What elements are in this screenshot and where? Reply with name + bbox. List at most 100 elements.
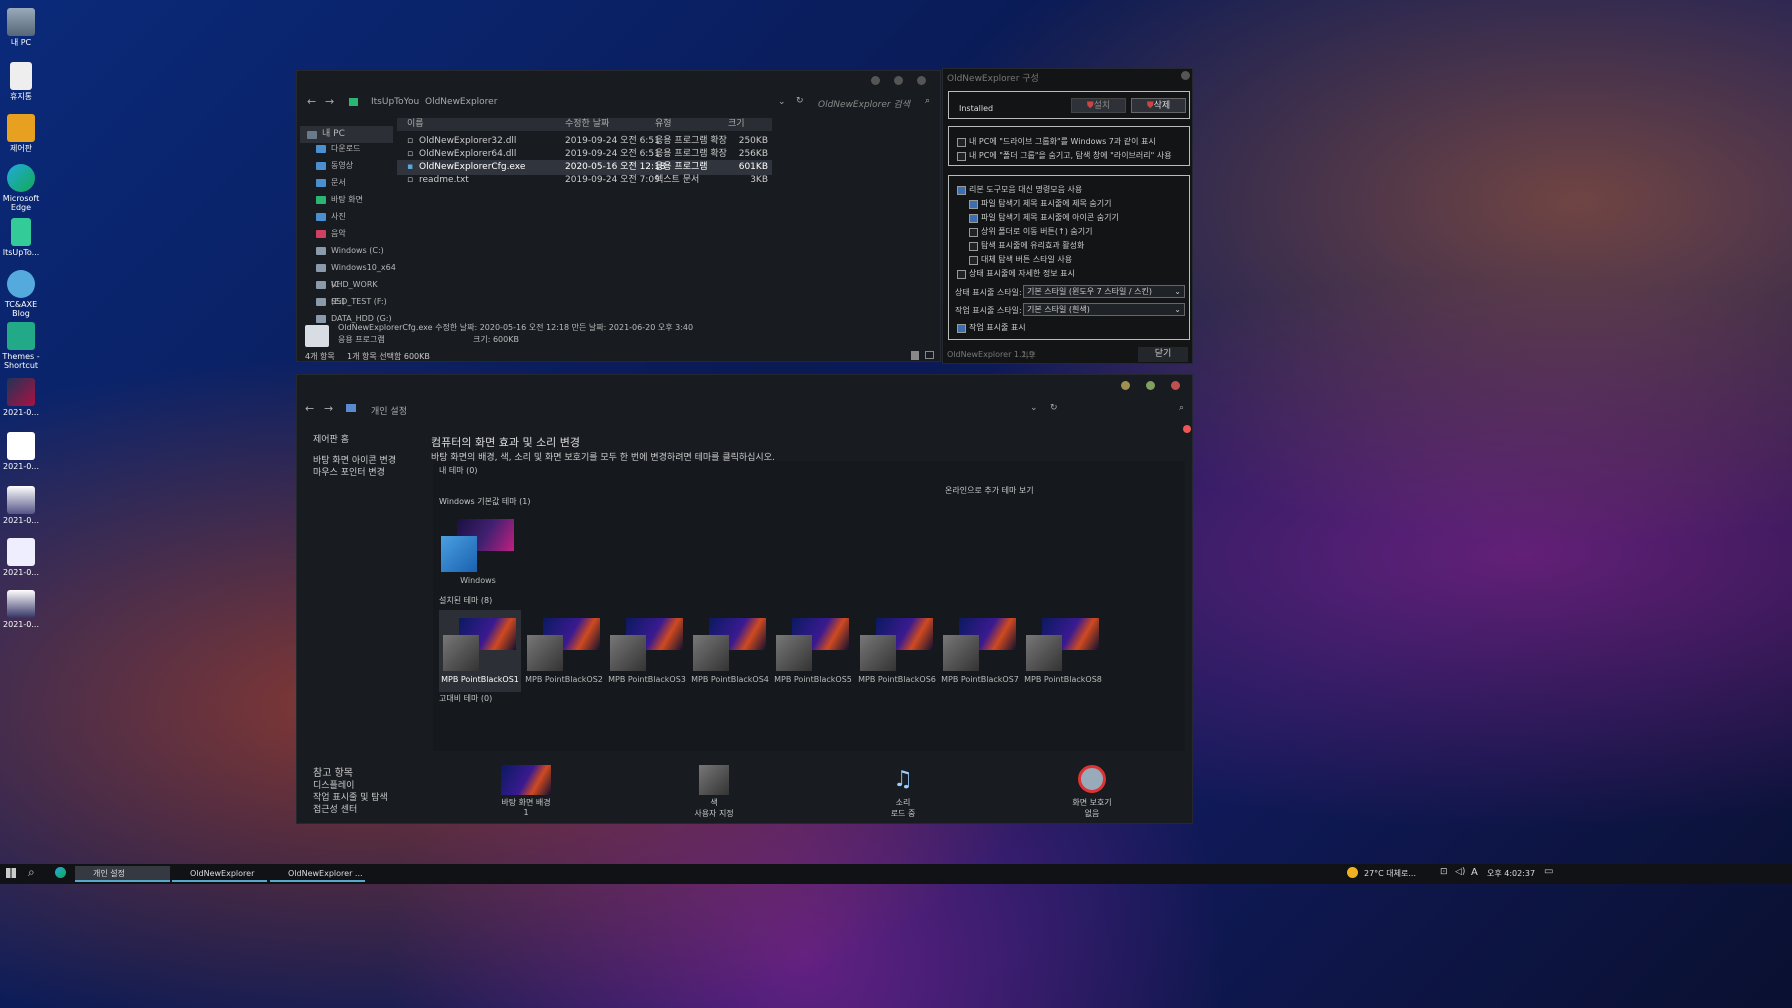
chevron-down-icon[interactable]: ⌄ [1030, 403, 1038, 413]
back-arrow-icon[interactable]: ← [305, 402, 314, 415]
cmd-style-select[interactable]: 기본 스타일 (흰색) ⌄ [1023, 303, 1185, 316]
close-button[interactable] [917, 76, 926, 85]
network-icon[interactable]: ⊡ [1440, 867, 1448, 877]
color-button[interactable]: 색 사용자 지정 [679, 765, 749, 819]
side-link-mouse[interactable]: 마우스 포인터 변경 [313, 465, 385, 478]
forward-arrow-icon[interactable]: → [325, 95, 334, 108]
theme-item[interactable]: MPB PointBlackOS2 [523, 610, 605, 692]
theme-item[interactable]: MPB PointBlackOS8 [1022, 610, 1104, 692]
tiles-view-icon[interactable] [925, 351, 934, 359]
tree-item-videos[interactable]: 동영상 [309, 157, 393, 174]
checkbox-hide-title[interactable]: 파일 탐색기 제목 표시줄에 제목 숨기기 [969, 197, 1111, 211]
breadcrumb-item[interactable]: ItsUpToYou [371, 97, 419, 107]
maximize-button[interactable] [1146, 381, 1155, 390]
details-type: 응용 프로그램 [338, 335, 385, 344]
desktop-icon-blog[interactable]: TC&AXE Blog [2, 270, 40, 319]
weather-text[interactable]: 27°C 대체로... [1364, 868, 1416, 879]
desktop-icon-itsuptoyou[interactable]: ItsUpTo... [2, 218, 40, 258]
desktop-icon-file-5[interactable]: 2021-0... [2, 590, 40, 630]
tree-item-pictures[interactable]: 사진 [309, 208, 393, 225]
refresh-icon[interactable]: ↻ [796, 96, 804, 106]
theme-item[interactable]: MPB PointBlackOS4 [689, 610, 771, 692]
edge-taskbar-icon[interactable] [55, 867, 66, 878]
desktop-icon-edge[interactable]: Microsoft Edge [2, 164, 40, 213]
tree-item-downloads[interactable]: 다운로드 [309, 140, 393, 157]
checkbox-hide-folders[interactable]: 내 PC에 "폴더 그룹"을 숨기고, 탐색 창에 "라이브러리" 사용 [957, 149, 1172, 163]
online-themes-link[interactable]: 온라인으로 추가 테마 보기 [945, 485, 1034, 496]
theme-item[interactable]: MPB PointBlackOS7 [939, 610, 1021, 692]
checkbox-glass[interactable]: 탐색 표시줄에 유리효과 활성화 [969, 239, 1084, 253]
uninstall-button[interactable]: ⛊삭제 [1131, 98, 1186, 113]
breadcrumb-item[interactable]: OldNewExplorer [425, 97, 497, 107]
theme-item[interactable]: MPB PointBlackOS3 [606, 610, 688, 692]
desktop-icon-file-1[interactable]: 2021-0... [2, 378, 40, 418]
start-icon[interactable] [6, 868, 16, 878]
weather-icon[interactable] [1347, 867, 1358, 878]
maximize-button[interactable] [894, 76, 903, 85]
taskbar-item-config[interactable]: OldNewExplorer ... [270, 866, 365, 882]
checkbox-status-details[interactable]: 상태 표시줄에 자세한 정보 표시 [957, 267, 1075, 281]
tree-item-drive-e[interactable]: VHD_WORK (E:) [309, 276, 393, 306]
checkbox-hide-up[interactable]: 상위 폴더로 이동 버튼(↑) 숨기기 [969, 225, 1092, 239]
column-date[interactable]: 수정한 날짜 [565, 118, 609, 131]
screensaver-button[interactable]: 화면 보호기 없음 [1057, 765, 1127, 819]
close-dialog-button[interactable]: 닫기 [1138, 347, 1188, 362]
see-also-accessibility[interactable]: 접근성 센터 [313, 802, 357, 815]
desktop-icon-file-2[interactable]: 2021-0... [2, 432, 40, 472]
close-button[interactable] [1181, 71, 1190, 80]
column-type[interactable]: 유형 [655, 118, 672, 131]
side-home-link[interactable]: 제어판 홈 [313, 432, 349, 445]
back-arrow-icon[interactable]: ← [307, 95, 316, 108]
volume-icon[interactable]: ◁) [1455, 867, 1465, 877]
search-icon[interactable]: ⌕ [925, 96, 930, 106]
taskbar-item-personalize[interactable]: 개인 설정 [75, 866, 170, 882]
desktop-icon-file-4[interactable]: 2021-0... [2, 538, 40, 578]
desktop-icon-control-panel[interactable]: 제어판 [2, 114, 40, 154]
desktop-icon-themes[interactable]: Themes - Shortcut [2, 322, 40, 371]
tree-item-drive-f[interactable]: SSD_TEST (F:) [309, 293, 393, 310]
theme-windows[interactable]: Windows [437, 511, 519, 593]
install-button[interactable]: ⛊설치 [1071, 98, 1126, 113]
sounds-button[interactable]: ♫ 소리 로드 중 [868, 765, 938, 819]
status-style-select[interactable]: 기본 스타일 (윈도우 7 스타일 / 스킨) ⌄ [1023, 285, 1185, 298]
checkbox-command-bar[interactable]: 리본 도구모음 대신 명령모음 사용 [957, 183, 1082, 197]
theme-item[interactable]: MPB PointBlackOS6 [856, 610, 938, 692]
file-row[interactable]: ▫ readme.txt 2019-09-24 오전 7:09 텍스트 문서 3KB [397, 173, 772, 188]
column-size[interactable]: 크기 [728, 118, 745, 131]
search-icon[interactable]: ⌕ [28, 865, 35, 880]
notification-icon[interactable]: ▭ [1544, 866, 1553, 877]
ime-indicator[interactable]: A [1471, 867, 1478, 878]
tree-item-drive-d[interactable]: Windows10_x64 (C [309, 259, 396, 289]
desktop-background-button[interactable]: 바탕 화면 배경 1 [491, 765, 561, 817]
tree-item-desktop[interactable]: 바탕 화면 [309, 191, 393, 208]
donate-link[interactable]: 기부 [1021, 350, 1036, 361]
chevron-down-icon[interactable]: ⌄ [778, 97, 786, 107]
tree-item-documents[interactable]: 문서 [309, 174, 393, 191]
help-icon[interactable] [1183, 425, 1191, 433]
tree-item-music[interactable]: 음악 [309, 225, 393, 242]
refresh-icon[interactable]: ↻ [1050, 403, 1058, 413]
breadcrumb-item[interactable]: 개인 설정 [371, 404, 407, 417]
minimize-button[interactable] [1121, 381, 1130, 390]
checkbox-hide-icon[interactable]: 파일 탐색기 제목 표시줄에 아이콘 숨기기 [969, 211, 1119, 225]
desktop-icon-recycle[interactable]: 휴지통 [2, 62, 40, 102]
details-view-icon[interactable] [911, 351, 919, 360]
search-input[interactable]: OldNewExplorer 검색 [818, 97, 910, 110]
desktop-icon-mypc[interactable]: 내 PC [2, 8, 40, 48]
clock[interactable]: 오후 4:02:37 [1487, 868, 1535, 879]
desktop-icon-file-3[interactable]: 2021-0... [2, 486, 40, 526]
checkbox-drive-grouping[interactable]: 내 PC에 "드라이브 그룹화"를 Windows 7과 같이 표시 [957, 135, 1156, 149]
tree-item-drive-c[interactable]: Windows (C:) [309, 242, 393, 259]
checkbox-alt-nav[interactable]: 대체 탐색 버튼 스타일 사용 [969, 253, 1072, 267]
installed-status: Installed [959, 104, 994, 113]
checkbox-show-cmd[interactable]: 작업 표시줄 표시 [957, 321, 1026, 335]
forward-arrow-icon[interactable]: → [324, 402, 333, 415]
minimize-button[interactable] [871, 76, 880, 85]
close-button[interactable] [1171, 381, 1180, 390]
search-icon[interactable]: ⌕ [1179, 403, 1184, 413]
column-name[interactable]: 이름 [407, 118, 424, 131]
theme-panel: 내 테마 (0) 온라인으로 추가 테마 보기 Windows 기본값 테마 (… [433, 461, 1185, 751]
theme-item[interactable]: MPB PointBlackOS5 [772, 610, 854, 692]
taskbar-item-explorer[interactable]: OldNewExplorer [172, 866, 267, 882]
theme-item[interactable]: MPB PointBlackOS1 [439, 610, 521, 692]
